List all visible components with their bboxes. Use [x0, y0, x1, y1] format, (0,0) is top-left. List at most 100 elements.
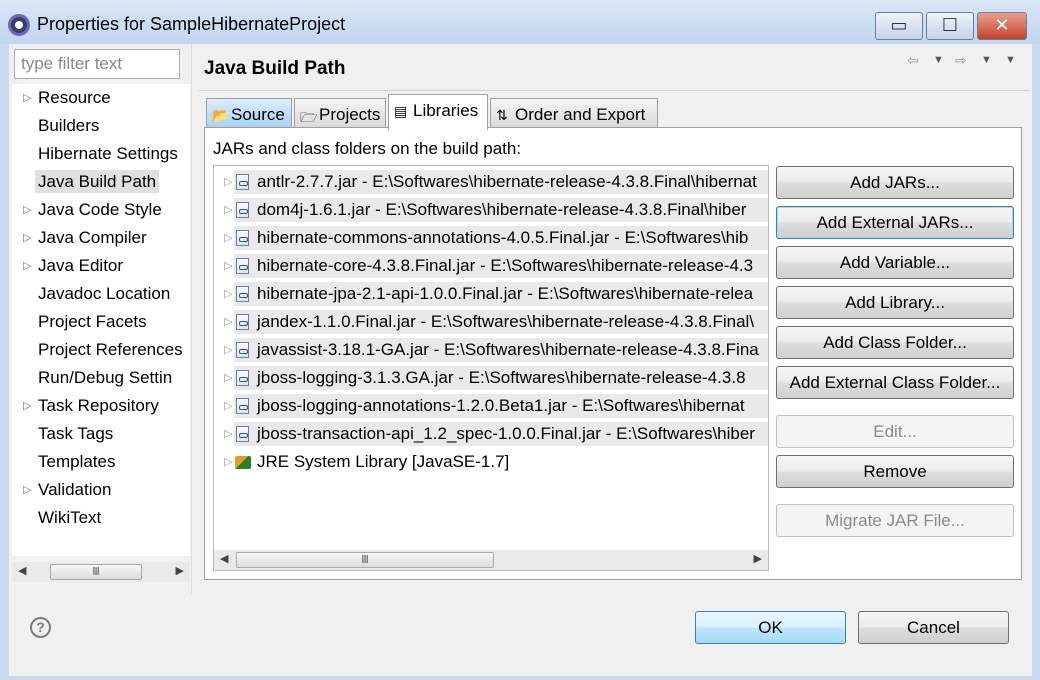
ok-button[interactable]: OK	[695, 611, 846, 644]
nav-item-builders[interactable]: Builders	[12, 112, 190, 140]
help-icon[interactable]: ?	[30, 617, 51, 638]
nav-item-task-tags[interactable]: Task Tags	[12, 420, 190, 448]
add-variable-button[interactable]: Add Variable...	[776, 246, 1014, 279]
library-entry[interactable]: ▷ antlr-2.7.7.jar - E:\Softwares\hibernat…	[214, 168, 768, 196]
add-external-class-folder-button[interactable]: Add External Class Folder...	[776, 366, 1014, 399]
expand-arrow-icon[interactable]: ▷	[224, 364, 232, 392]
title-bar: Properties for SampleHibernateProject ▭ …	[0, 0, 1040, 44]
order-export-icon: ⇅	[496, 107, 508, 123]
expand-arrow-icon[interactable]: ▷	[224, 336, 232, 364]
eclipse-icon	[8, 14, 30, 36]
view-menu-icon[interactable]: ▼	[1005, 54, 1016, 66]
jar-icon	[236, 314, 249, 330]
filter-input[interactable]	[14, 49, 180, 79]
properties-dialog: ▷Resource Builders Hibernate Settings Ja…	[9, 44, 1032, 676]
jar-icon	[236, 174, 249, 190]
nav-item-project-facets[interactable]: Project Facets	[12, 308, 190, 336]
remove-button[interactable]: Remove	[776, 455, 1014, 488]
expand-arrow-icon[interactable]: ▷	[224, 308, 232, 336]
libraries-icon: ▤	[394, 103, 408, 119]
library-entry[interactable]: ▷ jandex-1.1.0.Final.jar - E:\Softwares\h…	[214, 308, 768, 336]
nav-item-java-build-path[interactable]: Java Build Path	[12, 168, 190, 196]
nav-item-task-repository[interactable]: ▷ Task Repository	[12, 392, 190, 420]
forward-arrow-icon[interactable]: ⇨	[955, 52, 967, 69]
properties-nav-tree: ▷ Resource Builders Hibernate Settings Ja…	[12, 84, 190, 556]
close-button[interactable]: ✕	[977, 12, 1027, 40]
scroll-right-icon[interactable]: ▶	[754, 552, 762, 565]
back-arrow-icon[interactable]: ⇦	[907, 52, 919, 69]
library-entry[interactable]: ▷ javassist-3.18.1-GA.jar - E:\Softwares\…	[214, 336, 768, 364]
tab-projects[interactable]: 🗁 Projects	[294, 98, 386, 128]
tab-order-and-export[interactable]: ⇅ Order and Export	[490, 98, 658, 128]
tab-source[interactable]: 📂 Source	[206, 98, 292, 128]
nav-item-java-editor[interactable]: ▷ Java Editor	[12, 252, 190, 280]
nav-item-java-code-style[interactable]: ▷ Java Code Style	[12, 196, 190, 224]
expand-arrow-icon[interactable]: ▷	[23, 224, 31, 252]
library-entry[interactable]: ▷ hibernate-commons-annotations-4.0.5.Fin…	[214, 224, 768, 252]
nav-item-run-debug-settings[interactable]: Run/Debug Settin	[12, 364, 190, 392]
jar-icon	[236, 370, 249, 386]
migrate-jar-file-button[interactable]: Migrate JAR File...	[776, 504, 1014, 537]
maximize-button[interactable]: ☐	[926, 12, 974, 40]
add-library-button[interactable]: Add Library...	[776, 286, 1014, 319]
expand-arrow-icon[interactable]: ▷	[224, 280, 232, 308]
jar-icon	[236, 342, 249, 358]
nav-item-javadoc-location[interactable]: Javadoc Location	[12, 280, 190, 308]
scroll-left-icon[interactable]: ◀	[220, 552, 228, 565]
expand-arrow-icon[interactable]: ▷	[23, 392, 31, 420]
jar-icon	[236, 230, 249, 246]
expand-arrow-icon[interactable]: ▷	[224, 252, 232, 280]
library-entry[interactable]: ▷ dom4j-1.6.1.jar - E:\Softwares\hibernat…	[214, 196, 768, 224]
nav-horizontal-scrollbar[interactable]: ◀ Ⅲ ▶	[12, 562, 190, 582]
forward-menu-icon[interactable]: ▼	[981, 54, 992, 66]
jar-icon	[236, 202, 249, 218]
tab-libraries[interactable]: ▤ Libraries	[388, 94, 488, 130]
library-icon	[235, 456, 251, 469]
add-class-folder-button[interactable]: Add Class Folder...	[776, 326, 1014, 359]
expand-arrow-icon[interactable]: ▷	[224, 196, 232, 224]
build-path-list-label: JARs and class folders on the build path…	[213, 139, 522, 158]
library-entry[interactable]: ▷ jboss-transaction-api_1.2_spec-1.0.0.Fi…	[214, 420, 768, 448]
libraries-tab-panel: JARs and class folders on the build path…	[204, 127, 1022, 580]
scroll-left-icon[interactable]: ◀	[18, 564, 26, 577]
expand-arrow-icon[interactable]: ▷	[23, 196, 31, 224]
minimize-button[interactable]: ▭	[875, 12, 923, 40]
expand-arrow-icon[interactable]: ▷	[224, 224, 232, 252]
nav-item-wikitext[interactable]: WikiText	[12, 504, 190, 532]
nav-item-resource[interactable]: ▷ Resource	[12, 84, 190, 112]
expand-arrow-icon[interactable]: ▷	[224, 420, 232, 448]
scroll-thumb[interactable]: Ⅲ	[50, 564, 142, 580]
library-entry[interactable]: ▷ hibernate-core-4.3.8.Final.jar - E:\Sof…	[214, 252, 768, 280]
scroll-thumb[interactable]: Ⅲ	[236, 552, 494, 568]
expand-arrow-icon[interactable]: ▷	[23, 252, 31, 280]
expand-arrow-icon[interactable]: ▷	[224, 448, 232, 476]
add-jars-button[interactable]: Add JARs...	[776, 166, 1014, 199]
nav-item-templates[interactable]: Templates	[12, 448, 190, 476]
edit-button[interactable]: Edit...	[776, 415, 1014, 448]
pane-divider[interactable]	[191, 44, 192, 594]
jar-icon	[236, 426, 249, 442]
library-entry[interactable]: ▷ jboss-logging-annotations-1.2.0.Beta1.j…	[214, 392, 768, 420]
expand-arrow-icon[interactable]: ▷	[23, 476, 31, 504]
add-external-jars-button[interactable]: Add External JARs...	[776, 206, 1014, 239]
page-title: Java Build Path	[204, 58, 346, 79]
back-menu-icon[interactable]: ▼	[933, 54, 944, 66]
expand-arrow-icon[interactable]: ▷	[23, 84, 31, 112]
library-entry[interactable]: ▷ hibernate-jpa-2.1-api-1.0.0.Final.jar -…	[214, 280, 768, 308]
jar-icon	[236, 258, 249, 274]
nav-item-hibernate-settings[interactable]: Hibernate Settings	[12, 140, 190, 168]
scroll-right-icon[interactable]: ▶	[176, 564, 184, 577]
nav-item-java-compiler[interactable]: ▷ Java Compiler	[12, 224, 190, 252]
jre-library-entry[interactable]: ▷ JRE System Library [JavaSE-1.7]	[214, 448, 768, 476]
jar-icon	[236, 286, 249, 302]
nav-item-validation[interactable]: ▷ Validation	[12, 476, 190, 504]
libraries-tree[interactable]: ▷ antlr-2.7.7.jar - E:\Softwares\hibernat…	[213, 165, 769, 571]
expand-arrow-icon[interactable]: ▷	[224, 168, 232, 196]
cancel-button[interactable]: Cancel	[858, 611, 1009, 644]
source-folder-icon: 📂	[212, 107, 230, 123]
jar-icon	[236, 398, 249, 414]
expand-arrow-icon[interactable]: ▷	[224, 392, 232, 420]
nav-item-project-references[interactable]: Project References	[12, 336, 190, 364]
library-entry[interactable]: ▷ jboss-logging-3.1.3.GA.jar - E:\Softwar…	[214, 364, 768, 392]
libraries-horizontal-scrollbar[interactable]: ◀ Ⅲ ▶	[214, 550, 768, 570]
